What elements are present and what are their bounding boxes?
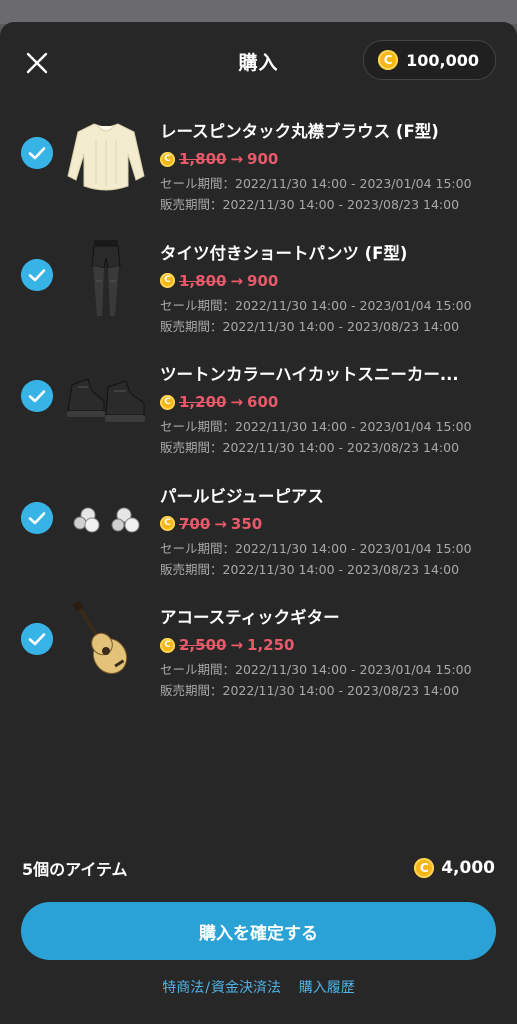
shorts-icon <box>91 239 121 316</box>
item-price: C 1,800 → 900 <box>160 272 500 290</box>
price-arrow: → <box>230 636 244 654</box>
legal-link[interactable]: 特商法 <box>162 980 204 996</box>
sale-period: セール期間：2022/11/30 14:00 - 2023/01/04 15:0… <box>160 419 472 434</box>
purchase-sheet: 購入 C 100,000 レースピンタック丸襟ブラウス (F型) C 1,800… <box>0 22 517 1024</box>
sale-period: セール期間：2022/11/30 14:00 - 2023/01/04 15:0… <box>160 662 472 677</box>
sale-price: 350 <box>230 514 263 533</box>
item-name: パールビジューピアス <box>160 486 324 506</box>
item-price: C 1,200 → 600 <box>160 393 500 411</box>
sale-period: セール期間：2022/11/30 14:00 - 2023/01/04 15:0… <box>160 297 472 313</box>
payment-law-link[interactable]: 資金決済法 <box>211 980 281 996</box>
checkbox-checked-icon[interactable] <box>21 137 53 169</box>
sale-price: 900 <box>247 150 279 168</box>
link-separator: / <box>205 980 210 996</box>
item-price: C 1,800 → 900 <box>160 150 500 168</box>
checkbox-checked-icon[interactable] <box>21 623 53 655</box>
order-summary: 5個のアイテム C 4,000 <box>22 856 495 880</box>
sell-period: 販売期間：2022/11/30 14:00 - 2023/08/23 14:00 <box>160 440 460 455</box>
sale-period: セール期間：2022/11/30 14:00 - 2023/01/04 15:0… <box>160 540 472 556</box>
price-arrow: → <box>230 393 244 411</box>
price-arrow: → <box>214 514 227 533</box>
sale-price: 600 <box>247 393 279 411</box>
list-item: アコースティックギター C 2,500 → 1,250 セール期間：2022/1… <box>0 594 517 716</box>
coin-icon: C <box>160 516 175 531</box>
earrings-icon <box>73 507 140 532</box>
sell-period: 販売期間：2022/11/30 14:00 - 2023/08/23 14:00 <box>160 197 460 212</box>
list-item: ツートンカラーハイカットスニーカー... C 1,200 → 600 セール期間… <box>0 351 517 473</box>
original-price: 700 <box>179 514 211 533</box>
footer-links: 特商法/資金決済法 購入履歴 <box>0 977 517 997</box>
list-item: レースピンタック丸襟ブラウス (F型) C 1,800 → 900 セール期間：… <box>0 108 517 230</box>
balance-value: 100,000 <box>406 50 479 70</box>
item-name: アコースティックギター <box>160 608 340 627</box>
price-arrow: → <box>230 271 244 290</box>
coin-icon: C <box>378 50 399 70</box>
item-name: レースピンタック丸襟ブラウス (F型) <box>160 122 439 141</box>
item-name: タイツ付きショートパンツ (F型) <box>160 243 408 263</box>
sale-price: 900 <box>247 271 279 290</box>
coin-icon: C <box>414 858 435 878</box>
item-price: C 2,500 → 1,250 <box>160 636 500 654</box>
guitar-icon <box>73 601 128 674</box>
sell-period: 販売期間：2022/11/30 14:00 - 2023/08/23 14:00 <box>160 683 460 698</box>
item-price: C 700 → 350 <box>160 515 500 533</box>
background-overlay <box>0 0 517 24</box>
coin-icon: C <box>160 151 175 167</box>
item-name: ツートンカラーハイカットスニーカー... <box>160 365 459 384</box>
item-count: 5個のアイテム <box>22 860 128 879</box>
sale-period: セール期間：2022/11/30 14:00 - 2023/01/04 15:0… <box>160 176 472 191</box>
sell-period: 販売期間：2022/11/30 14:00 - 2023/08/23 14:00 <box>160 561 460 577</box>
original-price: 1,800 <box>179 271 227 290</box>
original-price: 1,200 <box>179 393 227 411</box>
sale-price: 1,250 <box>247 636 295 654</box>
list-item: タイツ付きショートパンツ (F型) C 1,800 → 900 セール期間：20… <box>0 230 517 352</box>
list-item: パールビジューピアス C 700 → 350 セール期間：2022/11/30 … <box>0 473 517 595</box>
purchase-history-link[interactable]: 購入履歴 <box>299 980 355 996</box>
coin-icon: C <box>160 394 175 410</box>
checkbox-checked-icon[interactable] <box>21 380 53 412</box>
coin-balance: C 100,000 <box>363 40 496 80</box>
coin-icon: C <box>160 273 175 288</box>
original-price: 1,800 <box>179 150 227 168</box>
checkbox-checked-icon[interactable] <box>21 258 53 291</box>
blouse-icon <box>67 123 145 191</box>
item-list: レースピンタック丸襟ブラウス (F型) C 1,800 → 900 セール期間：… <box>0 108 517 716</box>
order-total: C 4,000 <box>414 858 495 878</box>
original-price: 2,500 <box>179 636 227 654</box>
total-value: 4,000 <box>441 858 495 878</box>
sneakers-icon <box>67 378 145 422</box>
confirm-purchase-button[interactable]: 購入を確定する <box>21 902 496 960</box>
sell-period: 販売期間：2022/11/30 14:00 - 2023/08/23 14:00 <box>160 318 460 334</box>
checkbox-checked-icon[interactable] <box>21 501 53 534</box>
price-arrow: → <box>230 150 244 168</box>
coin-icon: C <box>160 637 175 653</box>
